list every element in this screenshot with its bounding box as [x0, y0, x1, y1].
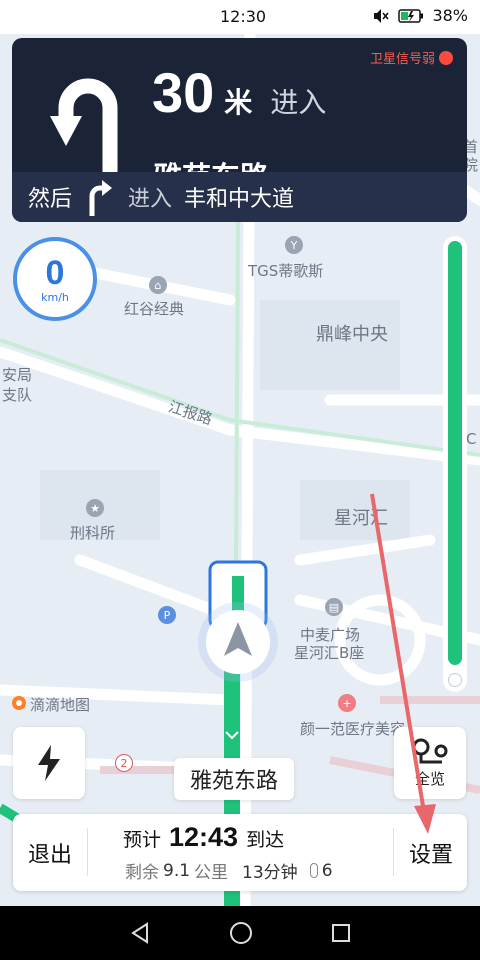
- status-bar: 12:30 38%: [0, 0, 480, 34]
- remaining-distance: 9.1: [163, 860, 191, 881]
- lock-icon: ⌂: [149, 276, 167, 294]
- next-action-label: 进入: [128, 187, 173, 212]
- maneuver-distance: 30 米 进入: [152, 60, 326, 125]
- restaurant-icon: Y: [285, 236, 303, 254]
- u-turn-left-icon: [50, 78, 118, 178]
- map-label-edge-3: C: [466, 430, 477, 448]
- turn-right-icon: [89, 180, 113, 216]
- distance-value: 30: [152, 61, 215, 124]
- maneuver-action: 进入: [270, 86, 327, 119]
- current-road-label: 雅苑东路: [174, 758, 295, 800]
- poi-xinghehui-b: 星河汇B座: [294, 644, 365, 662]
- satellite-icon: [439, 50, 453, 65]
- overview-button[interactable]: 全览: [394, 727, 466, 799]
- route-progress-fill: [448, 241, 462, 665]
- status-icons: 38%: [372, 6, 468, 25]
- poi-xingke: 刑科所: [70, 524, 116, 542]
- guidance-panel: 卫星信号弱 30 米 进入 雅苑东路 然后 进入 丰和中大道: [12, 38, 467, 222]
- progress-position-icon: [448, 673, 462, 687]
- poi-honggu: 红谷经典: [124, 300, 185, 318]
- poi-tgs: TGS蒂歌斯: [248, 262, 324, 280]
- home-icon[interactable]: [229, 921, 253, 945]
- poi-zhidui: 支队: [2, 386, 33, 404]
- next-then-label: 然后: [28, 187, 73, 212]
- eta-prefix: 预计: [123, 829, 162, 851]
- remaining-label: 剩余: [125, 863, 159, 883]
- poi-number-badge: 2: [115, 754, 133, 772]
- recents-icon[interactable]: [331, 923, 351, 943]
- back-icon[interactable]: [129, 922, 151, 944]
- lightning-icon: [38, 745, 60, 781]
- speed-value: 0: [45, 253, 65, 292]
- route-overview-icon: [412, 738, 448, 763]
- mute-icon: [374, 8, 390, 23]
- system-nav-bar: [0, 906, 480, 960]
- remaining-distance-unit: 公里: [194, 863, 229, 883]
- poi-didi: 滴滴地图: [30, 696, 91, 714]
- parking-icon: P: [158, 606, 176, 624]
- divider: [393, 828, 394, 876]
- poi-xinghehui: 星河汇: [334, 508, 388, 529]
- speedometer: 0 km/h: [13, 237, 97, 321]
- overview-label: 全览: [414, 769, 445, 788]
- medical-icon: +: [338, 694, 356, 712]
- traffic-light-icon: [309, 863, 318, 878]
- building-icon: ▤: [325, 598, 343, 616]
- status-time: 12:30: [220, 7, 267, 26]
- lightning-button[interactable]: [13, 727, 85, 799]
- poi-anju: 安局: [2, 366, 33, 384]
- route-progress-bar: [443, 236, 467, 692]
- battery-icon: [398, 8, 424, 23]
- eta-time: 12:43: [169, 822, 239, 852]
- divider: [87, 828, 88, 876]
- trip-info-bar: 退出 预计 12:43 到达 剩余 9.1 公里 13分钟 6 设置: [13, 814, 467, 891]
- speed-unit: km/h: [41, 290, 69, 304]
- eta-suffix: 到达: [246, 829, 285, 851]
- eta-remaining: 剩余 9.1 公里 13分钟 6: [125, 858, 333, 884]
- battery-percent: 38%: [432, 6, 468, 25]
- exit-button[interactable]: 退出: [13, 814, 87, 891]
- next-road-label: 丰和中大道: [184, 187, 295, 212]
- settings-button[interactable]: 设置: [395, 814, 467, 891]
- star-icon: ★: [86, 499, 104, 517]
- poi-dingfeng: 鼎峰中央: [316, 324, 388, 345]
- eta-arrival: 预计 12:43 到达: [123, 822, 284, 853]
- remaining-duration: 13分钟: [242, 863, 298, 883]
- gps-weak-indicator: 卫星信号弱: [370, 48, 453, 67]
- next-maneuver: 然后 进入 丰和中大道: [12, 172, 467, 222]
- poi-yiyifan: 颜一范医疗美容: [300, 720, 406, 738]
- gps-weak-label: 卫星信号弱: [369, 52, 435, 67]
- distance-unit: 米: [224, 86, 253, 119]
- traffic-light-count: 6: [321, 860, 333, 881]
